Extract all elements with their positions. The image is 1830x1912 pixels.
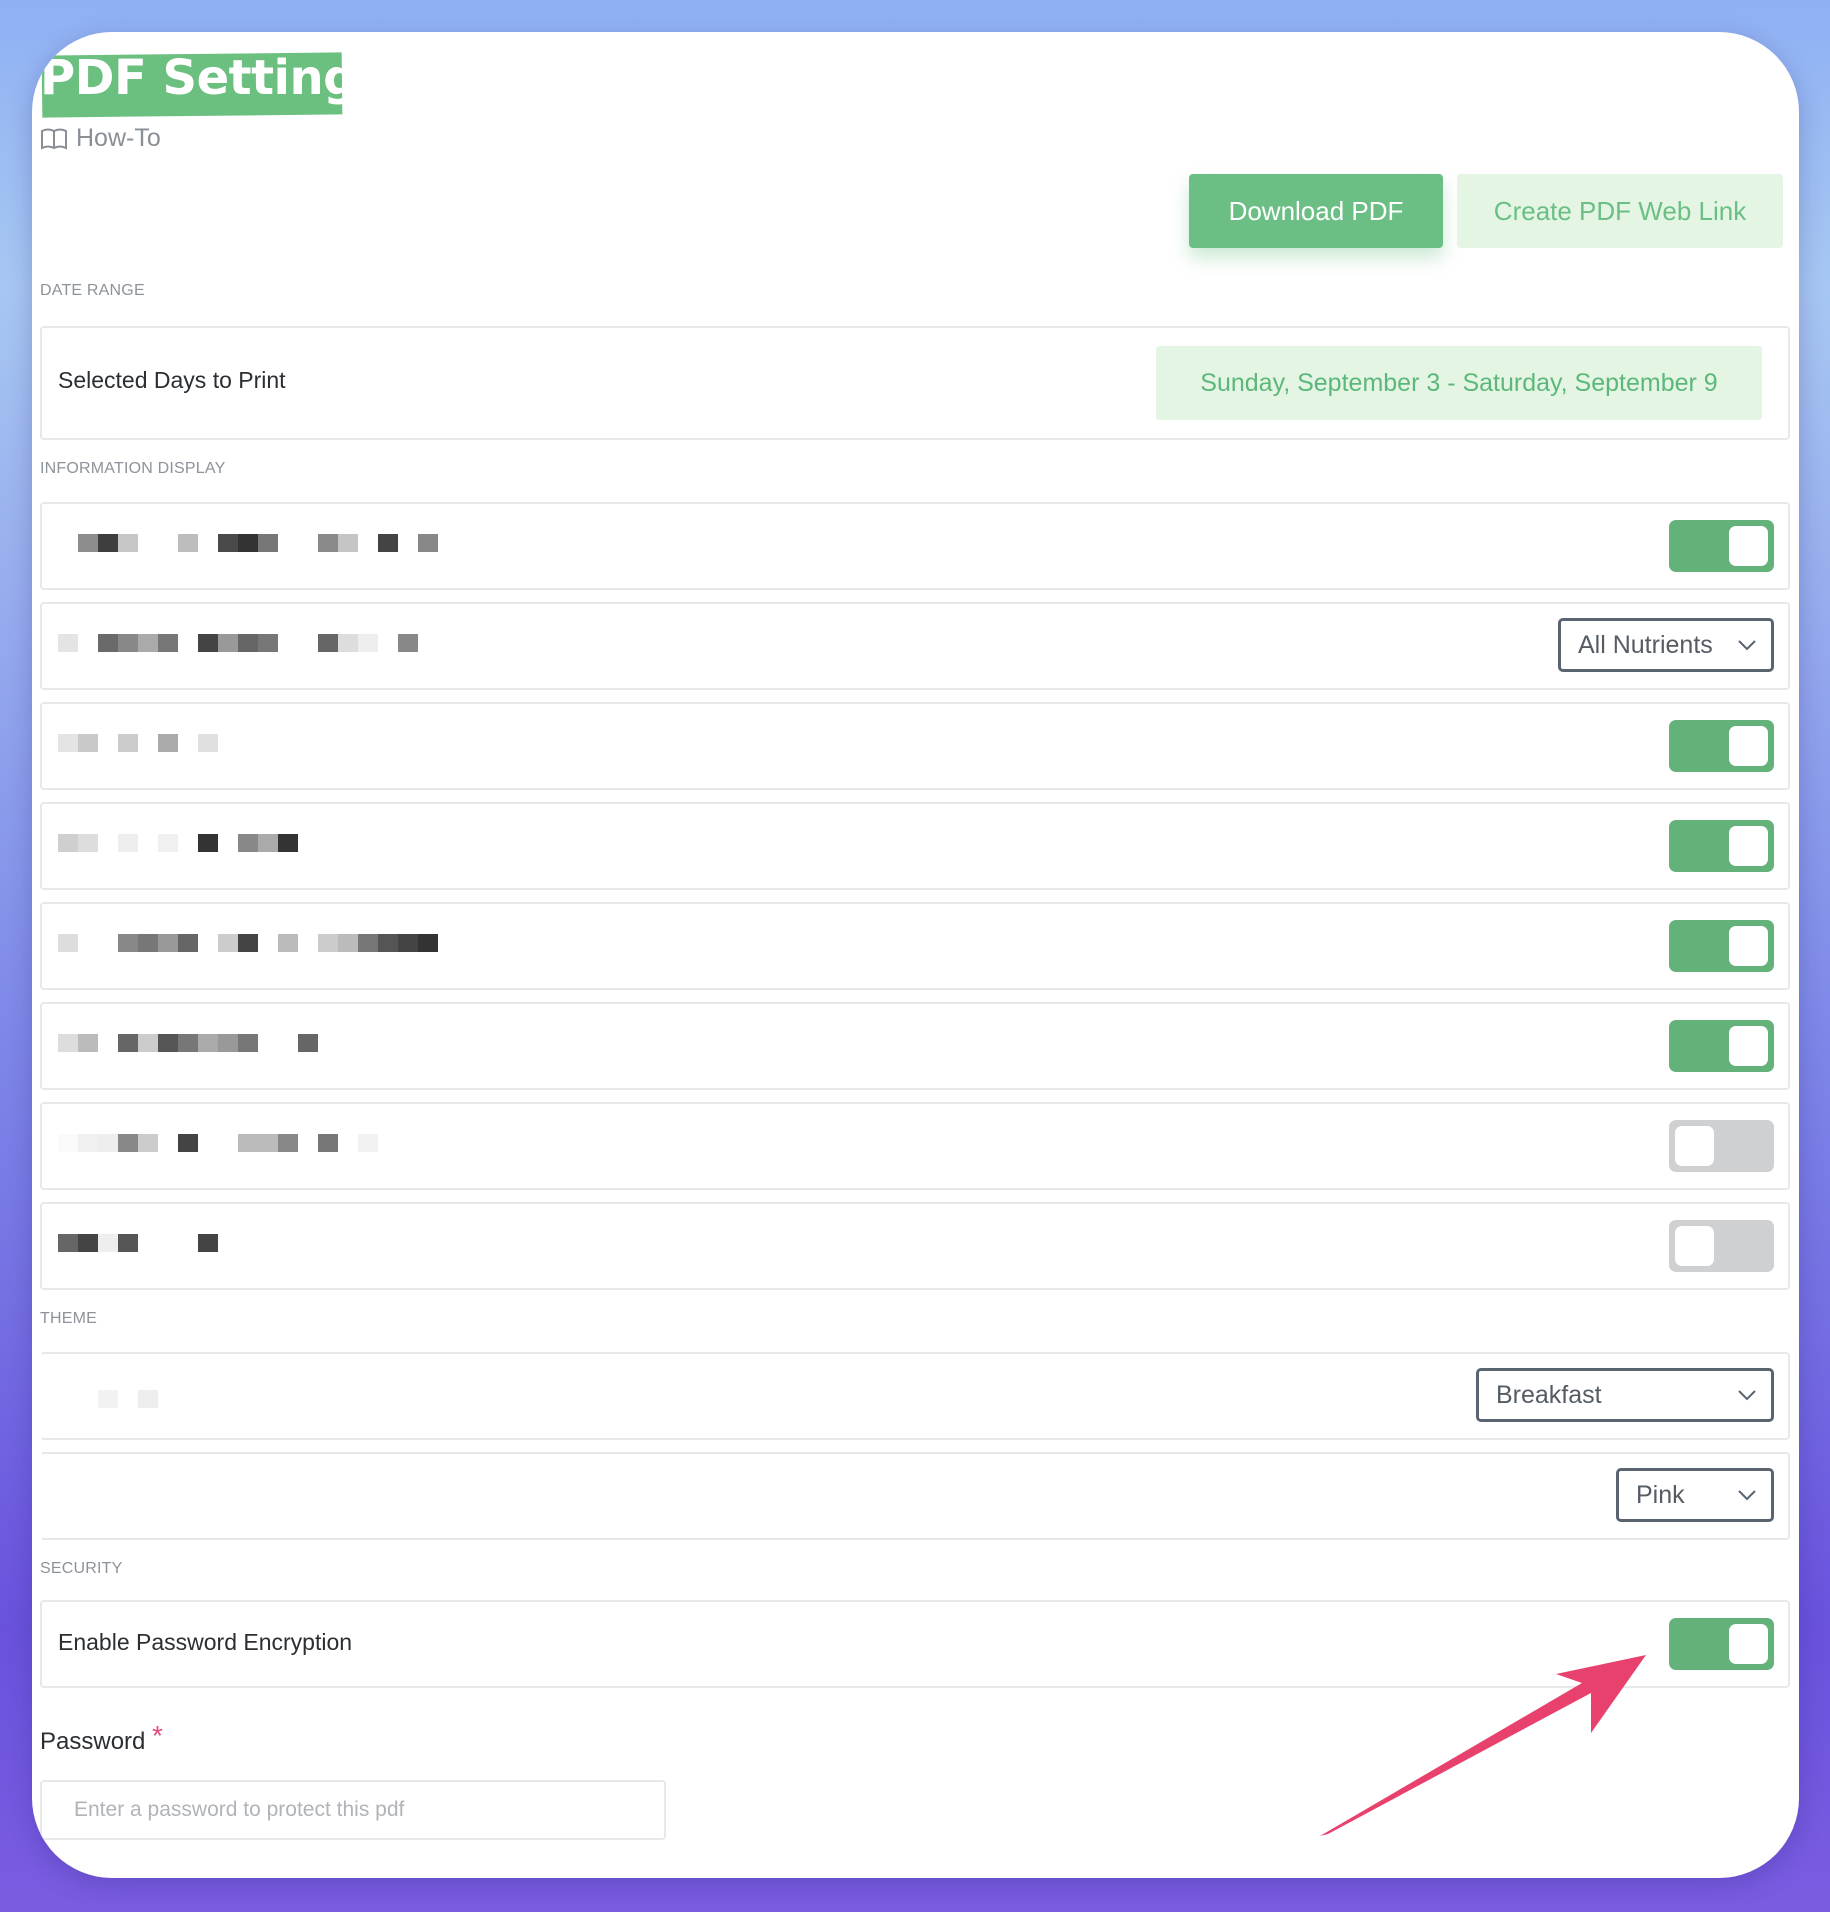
chevron-down-icon — [1738, 640, 1756, 651]
date-range-picker[interactable]: Sunday, September 3 - Saturday, Septembe… — [1156, 346, 1762, 420]
info-toggle-1[interactable] — [1669, 520, 1774, 572]
info-row-1 — [40, 502, 1790, 590]
page-title: PDF Settings — [40, 50, 386, 106]
info-row-7 — [40, 1102, 1790, 1190]
encryption-label: Enable Password Encryption — [58, 1629, 353, 1655]
password-input[interactable] — [40, 1780, 666, 1840]
theme-row-2: Pink — [40, 1452, 1790, 1540]
redacted-label — [58, 1134, 378, 1152]
info-row-5 — [40, 902, 1790, 990]
date-range-label: Selected Days to Print — [58, 367, 286, 393]
color-theme-select-value: Pink — [1636, 1480, 1685, 1509]
info-row-8 — [40, 1202, 1790, 1290]
section-theme: THEME — [40, 1310, 97, 1327]
info-row-3 — [40, 702, 1790, 790]
section-information-display: INFORMATION DISPLAY — [40, 460, 226, 477]
date-range-row: Selected Days to Print Sunday, September… — [40, 326, 1790, 440]
required-asterisk: * — [152, 1720, 163, 1751]
book-icon — [41, 128, 67, 150]
toggle-knob — [1729, 1026, 1768, 1066]
howto-label: How-To — [76, 124, 161, 152]
encryption-row: Enable Password Encryption — [40, 1600, 1790, 1688]
info-toggle-5[interactable] — [1669, 920, 1774, 972]
chevron-down-icon — [1738, 1490, 1756, 1501]
redacted-label — [58, 1390, 158, 1408]
pdf-settings-card: PDF Settings How-To Download PDF Create … — [32, 32, 1799, 1878]
section-security: SECURITY — [40, 1560, 123, 1577]
meal-theme-select-value: Breakfast — [1496, 1380, 1602, 1409]
redacted-label — [58, 534, 438, 552]
meal-theme-select[interactable]: Breakfast — [1476, 1368, 1774, 1422]
nutrients-select[interactable]: All Nutrients — [1558, 618, 1774, 672]
encryption-toggle[interactable] — [1669, 1618, 1774, 1670]
toggle-knob — [1675, 1126, 1714, 1166]
info-toggle-4[interactable] — [1669, 820, 1774, 872]
redacted-label — [58, 1234, 218, 1252]
redacted-label — [58, 734, 218, 752]
info-toggle-3[interactable] — [1669, 720, 1774, 772]
info-toggle-6[interactable] — [1669, 1020, 1774, 1072]
info-toggle-8[interactable] — [1669, 1220, 1774, 1272]
redacted-label — [58, 1034, 338, 1052]
redacted-label — [58, 634, 418, 652]
create-web-link-button[interactable]: Create PDF Web Link — [1457, 174, 1783, 248]
toggle-knob — [1729, 926, 1768, 966]
password-label: Password — [40, 1728, 146, 1755]
nutrients-select-value: All Nutrients — [1578, 630, 1713, 659]
toggle-knob — [1675, 1226, 1714, 1266]
theme-row-1: Breakfast — [40, 1352, 1790, 1440]
info-row-2: All Nutrients — [40, 602, 1790, 690]
info-toggle-7[interactable] — [1669, 1120, 1774, 1172]
info-row-6 — [40, 1002, 1790, 1090]
toggle-knob — [1729, 1624, 1768, 1664]
redacted-label — [58, 934, 438, 952]
chevron-down-icon — [1738, 1390, 1756, 1401]
info-row-4 — [40, 802, 1790, 890]
toggle-knob — [1729, 726, 1768, 766]
howto-link[interactable]: How-To — [40, 124, 161, 153]
color-theme-select[interactable]: Pink — [1616, 1468, 1774, 1522]
toggle-knob — [1729, 826, 1768, 866]
section-date-range: DATE RANGE — [40, 282, 145, 299]
redacted-label — [58, 834, 298, 852]
toggle-knob — [1729, 526, 1768, 566]
download-pdf-button[interactable]: Download PDF — [1189, 174, 1443, 248]
